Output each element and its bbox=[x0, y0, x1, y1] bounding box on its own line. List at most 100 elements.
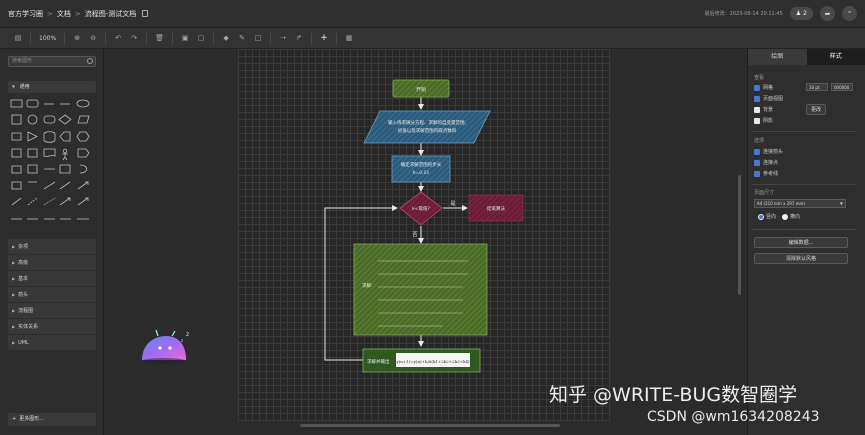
checkbox-checked-icon[interactable] bbox=[754, 95, 760, 102]
vertical-scrollbar[interactable] bbox=[738, 175, 741, 295]
rounded-rectangle-shape[interactable] bbox=[26, 99, 39, 108]
insert-plus-icon[interactable]: + bbox=[320, 33, 328, 43]
paper-size-select[interactable]: A4 (210 mm x 297 mm) ▼ bbox=[754, 199, 846, 208]
dashed-line-shape[interactable] bbox=[27, 197, 38, 206]
triangle-right-icon: ▶ bbox=[12, 276, 16, 281]
step-shape[interactable] bbox=[77, 148, 90, 158]
fill-color-icon[interactable]: ◆ bbox=[222, 33, 230, 43]
background-checkbox[interactable]: 背景 bbox=[754, 106, 773, 113]
category-arrows[interactable]: ▶ 箭头 bbox=[8, 287, 96, 303]
breadcrumb-item-docs[interactable]: 文档 bbox=[57, 9, 71, 19]
cylinder-shape[interactable] bbox=[43, 131, 56, 143]
category-er[interactable]: ▶ 实体关系 bbox=[8, 319, 96, 335]
collaborators-button[interactable]: ♟ 2 bbox=[789, 7, 813, 20]
grid-checkbox[interactable]: 网格 bbox=[754, 84, 773, 91]
table-icon[interactable]: ▦ bbox=[345, 33, 353, 43]
breadcrumb-item-circle[interactable]: 官方学习圈 bbox=[8, 9, 43, 19]
horizontal-scrollbar[interactable] bbox=[300, 424, 560, 427]
connection-style-icon[interactable]: ➝ bbox=[279, 33, 287, 43]
step-size-node[interactable] bbox=[391, 155, 451, 183]
note-shape[interactable] bbox=[27, 148, 38, 158]
shadow-checkbox[interactable]: 阴影 bbox=[754, 117, 773, 124]
link-shape[interactable] bbox=[43, 181, 56, 190]
internal-storage-shape[interactable] bbox=[59, 164, 71, 174]
more-shapes-button[interactable]: + 更多图形... bbox=[8, 413, 96, 426]
guides-checkbox[interactable]: 参考线 bbox=[754, 170, 778, 177]
edit-data-button[interactable]: 编辑数据... bbox=[754, 237, 848, 248]
radio-unselected-icon[interactable] bbox=[782, 213, 788, 220]
checkbox-checked-icon[interactable] bbox=[754, 148, 760, 155]
category-uml[interactable]: ▶ UML bbox=[8, 335, 96, 351]
diamond-shape[interactable] bbox=[58, 114, 72, 125]
input-node[interactable] bbox=[363, 110, 491, 144]
page-view-checkbox[interactable]: 页面视图 bbox=[754, 95, 783, 102]
delay-shape[interactable] bbox=[79, 164, 88, 174]
checkbox-checked-icon[interactable] bbox=[754, 170, 760, 177]
triangle-shape[interactable] bbox=[27, 131, 38, 142]
category-basic[interactable]: ▶ 基本 bbox=[8, 271, 96, 287]
landscape-radio[interactable]: 横向 bbox=[782, 213, 800, 220]
clear-default-style-button[interactable]: 清除默认风格 bbox=[754, 253, 848, 264]
ellipse-shape[interactable] bbox=[76, 99, 90, 108]
category-misc[interactable]: ▶ 杂项 bbox=[8, 239, 96, 255]
document-info-icon[interactable] bbox=[142, 10, 149, 17]
waypoints-icon[interactable]: ↱ bbox=[295, 33, 303, 43]
callout-shape[interactable] bbox=[59, 131, 71, 142]
hexagon-shape-2[interactable] bbox=[76, 131, 90, 142]
container-shape[interactable] bbox=[11, 181, 22, 190]
circle-shape[interactable] bbox=[27, 114, 38, 125]
checkbox-checked-icon[interactable] bbox=[754, 84, 760, 91]
user-icon: ♟ bbox=[795, 10, 802, 17]
portrait-radio[interactable]: 竖向 bbox=[758, 213, 776, 220]
zhihu-watermark: 知乎 @WRITE-BUG数智圈学 bbox=[549, 384, 798, 406]
tape-shape[interactable] bbox=[43, 148, 56, 157]
checkbox-unchecked-icon[interactable] bbox=[754, 117, 760, 124]
document-shape[interactable] bbox=[11, 148, 22, 158]
bidirectional-arrow-shape[interactable] bbox=[77, 197, 89, 206]
to-back-icon[interactable]: ▢ bbox=[197, 33, 205, 43]
connector-shape[interactable] bbox=[59, 181, 71, 190]
connection-points-checkbox[interactable]: 连接点 bbox=[754, 159, 778, 166]
solve-node[interactable] bbox=[353, 243, 488, 336]
radio-selected-icon[interactable] bbox=[758, 213, 764, 220]
category-flowchart[interactable]: ▶ 流程图 bbox=[8, 303, 96, 319]
share-button[interactable]: ➦ bbox=[820, 6, 835, 21]
line-diag-shape[interactable] bbox=[11, 197, 22, 206]
breadcrumb-item-current[interactable]: 流程图-测试文档 bbox=[85, 9, 137, 19]
assistant-mascot-icon[interactable]: z z bbox=[140, 326, 200, 366]
connection-arrows-checkbox[interactable]: 连接箭头 bbox=[754, 148, 783, 155]
delete-icon[interactable]: 🗑 bbox=[155, 33, 164, 43]
zoom-out-icon[interactable]: ⊖ bbox=[89, 33, 97, 43]
category-advanced[interactable]: ▶ 高级 bbox=[8, 255, 96, 271]
category-general-header[interactable]: ▼ 通用 bbox=[8, 81, 96, 93]
checkbox-checked-icon[interactable] bbox=[754, 159, 760, 166]
directional-arrow-shape[interactable] bbox=[59, 197, 71, 206]
redo-icon[interactable]: ↷ bbox=[130, 33, 138, 43]
card-shape[interactable] bbox=[11, 165, 22, 174]
zoom-select[interactable]: 100% bbox=[39, 35, 56, 42]
to-front-icon[interactable]: ▣ bbox=[181, 33, 189, 43]
actor-shape[interactable] bbox=[62, 148, 68, 154]
parallelogram-shape[interactable] bbox=[77, 115, 90, 124]
rectangle-shape[interactable] bbox=[10, 99, 23, 108]
tab-style[interactable]: 样式 bbox=[806, 49, 865, 65]
arrow-shape[interactable] bbox=[77, 181, 89, 190]
background-edit-button[interactable]: 更改 bbox=[806, 104, 826, 115]
tab-diagram[interactable]: 绘图 bbox=[748, 49, 807, 65]
hexagon-shape[interactable] bbox=[11, 132, 22, 141]
dotted-line-shape[interactable] bbox=[43, 197, 56, 206]
grid-size-input[interactable]: 10 pt bbox=[806, 83, 828, 91]
line-color-icon[interactable]: ✎ bbox=[238, 33, 246, 43]
shadow-icon[interactable]: □ bbox=[254, 33, 262, 43]
square-shape[interactable] bbox=[11, 114, 22, 125]
zoom-in-icon[interactable]: ⊕ bbox=[73, 33, 81, 43]
page-layout-icon[interactable]: ▤ bbox=[14, 33, 22, 43]
search-icon[interactable] bbox=[87, 58, 93, 64]
shape-search-input[interactable]: 搜索图形 bbox=[8, 56, 96, 67]
process-shape[interactable] bbox=[43, 115, 56, 124]
collapse-button[interactable]: ⌃ bbox=[842, 6, 857, 21]
undo-icon[interactable]: ↶ bbox=[114, 33, 122, 43]
grid-color-input[interactable]: 000000 bbox=[831, 83, 853, 91]
checkbox-unchecked-icon[interactable] bbox=[754, 106, 760, 113]
tape-shape-2[interactable] bbox=[27, 164, 38, 174]
